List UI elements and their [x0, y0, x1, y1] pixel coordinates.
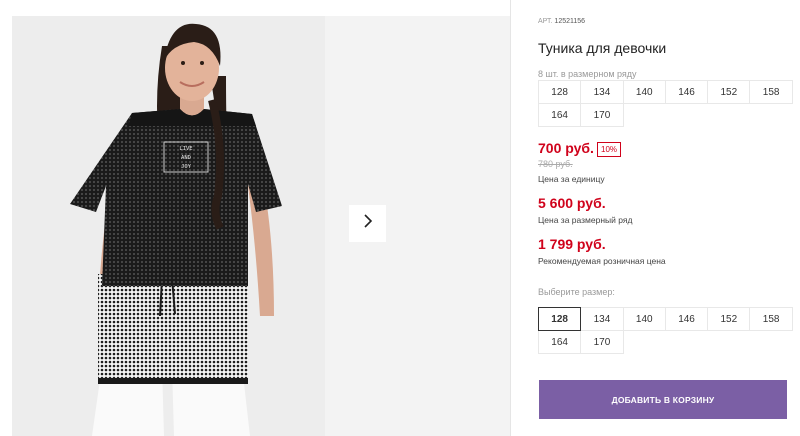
size-range-cell: 134 — [580, 80, 624, 104]
size-range-cell: 158 — [749, 80, 793, 104]
size-range-cell: 152 — [707, 80, 751, 104]
size-option-140[interactable]: 140 — [622, 307, 666, 331]
unit-price-caption: Цена за единицу — [538, 174, 605, 184]
size-range-cell: 170 — [580, 103, 624, 127]
size-option-158[interactable]: 158 — [749, 307, 793, 331]
svg-text:LIVE: LIVE — [179, 146, 192, 152]
size-option-152[interactable]: 152 — [707, 307, 751, 331]
chevron-right-icon — [362, 214, 374, 233]
choose-size-label: Выберите размер: — [538, 287, 615, 297]
size-option-134[interactable]: 134 — [580, 307, 624, 331]
discount-badge: 10% — [597, 142, 622, 157]
product-photo-illustration: LIVE AND JOY — [70, 23, 282, 436]
size-option-164[interactable]: 164 — [538, 330, 582, 354]
next-photo-button[interactable] — [349, 205, 386, 242]
unit-price: 700 руб. — [538, 140, 594, 156]
size-range-cell: 146 — [664, 80, 709, 104]
range-price-caption: Цена за размерный ряд — [538, 215, 633, 225]
size-option-170[interactable]: 170 — [580, 330, 624, 354]
old-price: 780 руб. — [538, 159, 573, 169]
size-option-128[interactable]: 128 — [538, 307, 582, 331]
size-range-cell: 164 — [538, 103, 582, 127]
article-value: 12521156 — [554, 18, 586, 25]
product-photo[interactable]: LIVE AND JOY — [12, 16, 325, 436]
article-label: АРТ. — [538, 18, 553, 25]
gallery-divider — [510, 0, 511, 436]
size-range-cell: 140 — [622, 80, 666, 104]
size-option-146[interactable]: 146 — [664, 307, 709, 331]
retail-price: 1 799 руб. — [538, 236, 606, 252]
product-gallery: LIVE AND JOY — [0, 0, 520, 436]
size-selector: 128 134 140 146 152 158 164 170 — [538, 307, 793, 354]
size-range-cell: 128 — [538, 80, 582, 104]
size-range-grid: 128 134 140 146 152 158 164 170 — [538, 80, 793, 127]
svg-text:AND: AND — [181, 155, 191, 161]
retail-price-caption: Рекомендуемая розничная цена — [538, 256, 666, 266]
product-title: Туника для девочки — [538, 40, 667, 56]
svg-text:JOY: JOY — [181, 164, 192, 170]
article-number: АРТ. 12521156 — [538, 18, 585, 25]
add-to-cart-button[interactable]: ДОБАВИТЬ В КОРЗИНУ — [539, 380, 787, 419]
range-price: 5 600 руб. — [538, 195, 606, 211]
size-range-label: 8 шт. в размерном ряду — [538, 69, 637, 79]
